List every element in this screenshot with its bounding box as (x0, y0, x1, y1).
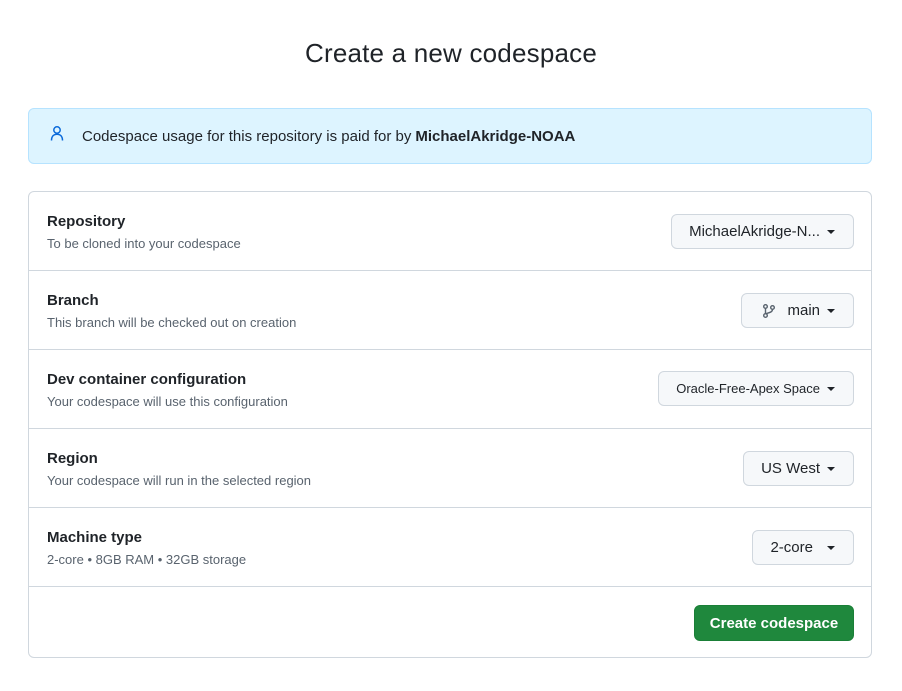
chevron-down-icon (827, 386, 835, 391)
create-codespace-button[interactable]: Create codespace (694, 605, 854, 641)
dev-container-row: Dev container configuration Your codespa… (29, 350, 871, 429)
region-select-button[interactable]: US West (743, 451, 854, 486)
branch-value: main (787, 302, 820, 319)
dev-container-value: Oracle-Free-Apex Space (676, 381, 820, 396)
billing-owner: MichaelAkridge-NOAA (415, 127, 576, 145)
billing-notice: Codespace usage for this repository is p… (28, 108, 872, 164)
branch-label: Branch (47, 292, 99, 309)
repository-label: Repository (47, 213, 126, 230)
chevron-down-icon (827, 545, 835, 550)
chevron-down-icon (827, 308, 835, 313)
dev-container-select-button[interactable]: Oracle-Free-Apex Space (658, 371, 854, 406)
page-title: Create a new codespace (304, 38, 598, 68)
branch-select-button[interactable]: main (741, 293, 854, 328)
region-description: Your codespace will run in the selected … (47, 473, 312, 488)
region-label: Region (47, 450, 98, 467)
form-actions: Create codespace (29, 587, 871, 657)
repository-row: Repository To be cloned into your codesp… (29, 192, 871, 271)
git-branch-icon (763, 303, 776, 318)
person-icon (50, 126, 64, 141)
dev-container-description: Your codespace will use this configurati… (47, 394, 288, 409)
repository-description: To be cloned into your codespace (47, 236, 241, 251)
machine-type-description: 2-core • 8GB RAM • 32GB storage (47, 552, 247, 567)
branch-description: This branch will be checked out on creat… (47, 315, 297, 330)
branch-row: Branch This branch will be checked out o… (29, 271, 871, 350)
machine-type-row: Machine type 2-core • 8GB RAM • 32GB sto… (29, 508, 871, 587)
region-value: US West (761, 460, 820, 477)
machine-type-value: 2-core (770, 539, 813, 556)
dev-container-label: Dev container configuration (47, 371, 247, 388)
chevron-down-icon (827, 229, 835, 234)
repository-select-button[interactable]: MichaelAkridge-N... (671, 214, 854, 249)
chevron-down-icon (827, 466, 835, 471)
machine-type-select-button[interactable]: 2-core (752, 530, 854, 565)
repository-value: MichaelAkridge-N... (689, 223, 820, 240)
billing-notice-text: Codespace usage for this repository is p… (82, 127, 412, 145)
machine-type-label: Machine type (47, 529, 143, 546)
codespace-form: Repository To be cloned into your codesp… (28, 191, 872, 658)
region-row: Region Your codespace will run in the se… (29, 429, 871, 508)
